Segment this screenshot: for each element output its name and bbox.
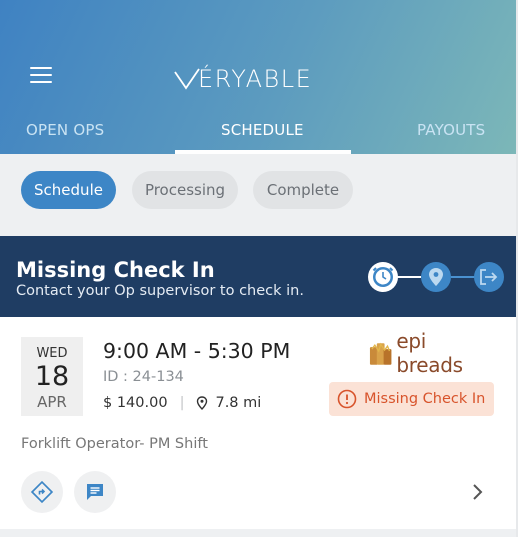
tab-open-ops[interactable]: OPEN OPS — [26, 121, 104, 139]
schedule-filter-bar: Schedule Processing Complete — [0, 154, 516, 236]
directions-button[interactable] — [21, 471, 63, 513]
banner-title: Missing Check In — [16, 258, 215, 282]
chevron-right-icon[interactable] — [470, 483, 486, 501]
chat-icon — [87, 484, 103, 500]
location-pin-icon — [197, 396, 208, 410]
banner-subtitle: Contact your Op supervisor to check in. — [16, 283, 304, 299]
message-button[interactable] — [74, 471, 116, 513]
location-pin-icon — [421, 262, 451, 292]
bread-logo-icon — [369, 342, 392, 365]
hamburger-menu-icon[interactable] — [30, 67, 52, 85]
logo-v-icon — [174, 68, 200, 90]
op-pay: $ 140.00 — [103, 395, 168, 411]
pay-distance-row: $ 140.00 | 7.8 mi — [103, 395, 261, 411]
tab-schedule[interactable]: SCHEDULE — [221, 121, 304, 139]
directions-icon — [31, 481, 53, 503]
date-month: APR — [37, 393, 67, 411]
check-out-icon — [474, 262, 504, 292]
company-logo: epi breads — [368, 329, 496, 377]
op-role: Forklift Operator- PM Shift — [21, 436, 208, 452]
chip-complete[interactable]: Complete — [253, 171, 353, 209]
op-card[interactable]: WED 18 APR 9:00 AM - 5:30 PM ID : 24-134… — [0, 317, 516, 529]
chip-processing[interactable]: Processing — [132, 171, 238, 209]
op-id: ID : 24-134 — [103, 369, 184, 385]
tab-payouts[interactable]: PAYOUTS — [417, 121, 485, 139]
company-name: epi breads — [396, 329, 463, 377]
date-day-of-week: WED — [36, 346, 68, 361]
clock-icon — [368, 262, 398, 292]
status-text: Missing Check In — [364, 391, 486, 407]
op-distance: 7.8 mi — [215, 395, 262, 411]
app-logo: ÉRYABLE — [174, 64, 312, 94]
main-tabs: OPEN OPS SCHEDULE PAYOUTS — [0, 112, 516, 154]
date-day-number: 18 — [34, 361, 70, 392]
chip-schedule[interactable]: Schedule — [21, 171, 116, 209]
divider: | — [179, 395, 185, 411]
op-time-range: 9:00 AM - 5:30 PM — [103, 339, 291, 363]
list-bottom-spacer — [0, 529, 516, 537]
brand-name: ÉRYABLE — [198, 65, 313, 93]
check-in-progress-stepper — [368, 262, 504, 292]
alert-icon — [337, 389, 357, 409]
status-badge: Missing Check In — [329, 382, 494, 416]
date-badge: WED 18 APR — [21, 337, 83, 416]
